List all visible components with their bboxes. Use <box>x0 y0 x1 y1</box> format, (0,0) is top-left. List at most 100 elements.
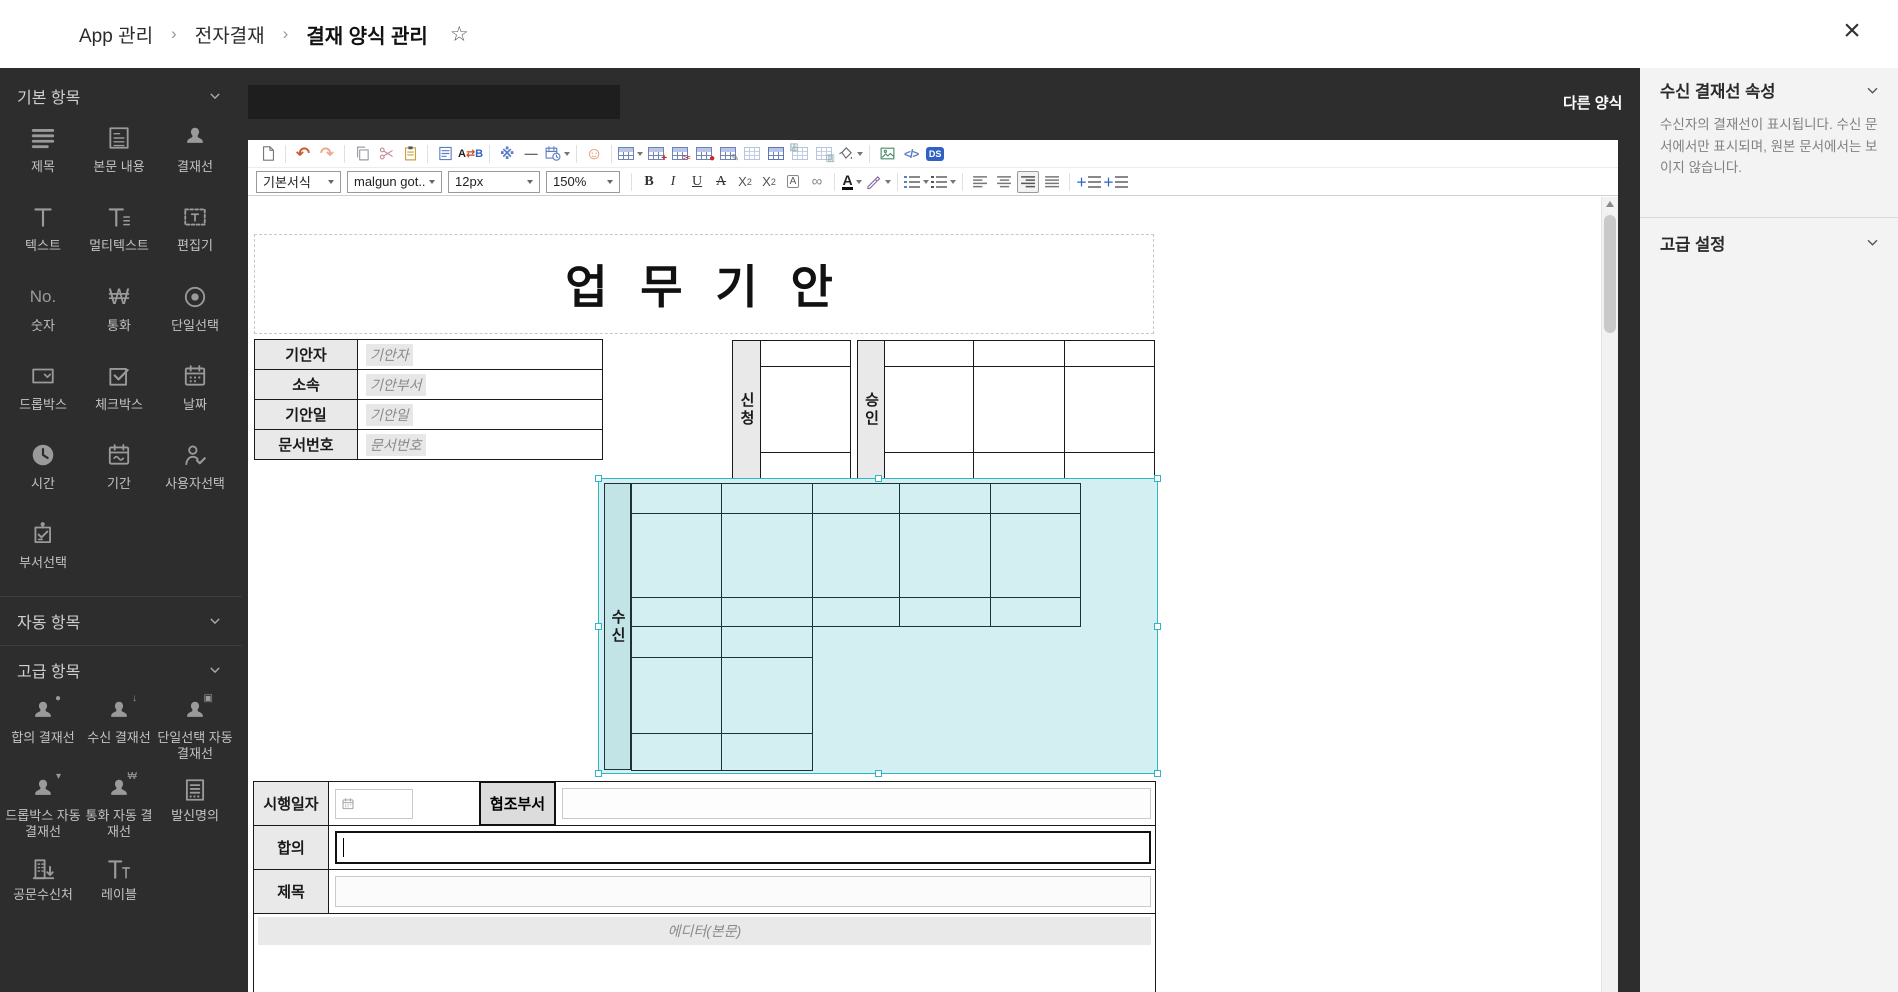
sidebar-item-dropbox-auto-line[interactable]: ▾ 드롭박스 자동결재선 <box>5 776 81 841</box>
receive-approval-table-selected[interactable]: 수신 <box>598 478 1158 774</box>
unordered-list-icon[interactable] <box>931 171 956 193</box>
table-cell[interactable] <box>632 484 722 514</box>
title-block[interactable]: 업 무 기 안 <box>254 234 1154 334</box>
info-label[interactable]: 기안일 <box>255 400 358 430</box>
table-cell[interactable] <box>1065 341 1154 367</box>
remove-format-icon[interactable]: A <box>782 171 804 193</box>
sidebar-item-number[interactable]: No. 숫자 <box>5 283 81 334</box>
table-edit-icon[interactable]: ✎ <box>717 143 739 165</box>
favorite-star-icon[interactable]: ☆ <box>450 22 469 47</box>
document-title[interactable]: 업 무 기 안 <box>565 251 843 317</box>
sidebar-item-official-receiver[interactable]: 공문수신처 <box>5 855 81 903</box>
sidebar-item-multitext[interactable]: 멀티텍스트 <box>81 203 157 254</box>
undo-icon[interactable]: ↶ <box>292 143 314 165</box>
body-editor-placeholder[interactable]: 에디터(본문) <box>258 917 1151 945</box>
table-cell[interactable] <box>991 514 1081 598</box>
align-justify-icon[interactable] <box>1041 171 1063 193</box>
sidebar-item-dept-select[interactable]: 부서선택 <box>5 520 81 571</box>
approve-header-cell[interactable]: 승인 <box>858 341 885 479</box>
sidebar-item-time[interactable]: 시간 <box>5 441 81 492</box>
font-select[interactable]: malgun got.. <box>347 171 442 193</box>
panel-section-advanced-settings[interactable]: 고급 설정 <box>1640 218 1898 268</box>
table-cell[interactable] <box>991 484 1081 514</box>
other-form-button[interactable]: 다른 양식 <box>1563 92 1622 113</box>
table-cell[interactable] <box>632 598 722 627</box>
apply-header-cell[interactable]: 신청 <box>733 341 761 479</box>
table-cell[interactable] <box>813 514 900 598</box>
table-cell[interactable] <box>761 453 850 479</box>
table-cell[interactable] <box>813 598 900 627</box>
subscript-icon[interactable]: X2 <box>758 171 780 193</box>
sidebar-item-sender-name[interactable]: 발신명의 <box>157 776 233 841</box>
form-label[interactable]: 제목 <box>254 870 329 913</box>
table-solid-icon[interactable] <box>765 143 787 165</box>
selection-handle[interactable] <box>1154 475 1161 482</box>
table-cell[interactable] <box>632 658 722 734</box>
table-cell[interactable] <box>974 367 1065 453</box>
table-cell[interactable] <box>974 453 1065 479</box>
sidebar-item-checkbox[interactable]: 체크박스 <box>81 362 157 413</box>
info-value[interactable]: 문서번호 <box>358 430 602 459</box>
table-insert-icon[interactable] <box>618 143 643 165</box>
receive-header-cell[interactable]: 수신 <box>604 483 631 770</box>
special-char-icon[interactable]: ※ <box>496 143 518 165</box>
form-name-input[interactable] <box>248 85 620 119</box>
info-value[interactable]: 기안부서 <box>358 370 602 400</box>
vertical-scrollbar[interactable] <box>1601 197 1618 992</box>
table-cell[interactable] <box>761 367 850 453</box>
outdent-icon[interactable]: ＋ <box>1103 171 1128 193</box>
section-auto-items[interactable]: 자동 항목 <box>0 597 242 645</box>
italic-icon[interactable]: I <box>662 171 684 193</box>
sidebar-item-text[interactable]: 텍스트 <box>5 203 81 254</box>
scrollbar-thumb[interactable] <box>1604 215 1616 333</box>
table-cell[interactable] <box>885 453 974 479</box>
sidebar-item-agree-approval-line[interactable]: ● 합의 결재선 <box>5 698 81 763</box>
sidebar-item-label[interactable]: 레이블 <box>81 855 157 903</box>
sidebar-item-single-select-auto-line[interactable]: ▣ 단일선택 자동결재선 <box>157 698 233 763</box>
form-label-coop-dept[interactable]: 협조부서 <box>479 781 556 826</box>
document-form-table[interactable]: 시행일자 협조부서 합의 제목 에디터(본문) <box>253 781 1156 992</box>
underline-icon[interactable]: U <box>686 171 708 193</box>
calendar-clock-icon[interactable] <box>544 143 570 165</box>
form-label[interactable]: 합의 <box>254 826 329 869</box>
scroll-up-icon[interactable] <box>1606 201 1614 207</box>
table-cell[interactable] <box>1065 453 1154 479</box>
row-delete-icon[interactable]: ✂ <box>669 143 691 165</box>
table-cell[interactable] <box>900 514 991 598</box>
table-cell[interactable] <box>991 598 1081 627</box>
title-input[interactable] <box>335 876 1151 907</box>
section-basic-items[interactable]: 기본 항목 <box>0 76 242 116</box>
cell-merge-icon[interactable]: ▥ <box>789 143 811 165</box>
info-value[interactable]: 기안일 <box>358 400 602 430</box>
superscript-icon[interactable]: X2 <box>734 171 756 193</box>
selection-handle[interactable] <box>875 770 882 777</box>
indent-icon[interactable]: ＋ <box>1076 171 1101 193</box>
info-label[interactable]: 소속 <box>255 370 358 400</box>
table-cell[interactable] <box>632 627 722 658</box>
apply-approval-table[interactable]: 신청 <box>732 340 851 480</box>
breadcrumb-app-admin[interactable]: App 관리 <box>79 21 153 48</box>
redo-icon[interactable]: ↷ <box>316 143 338 165</box>
sidebar-item-user-select[interactable]: 사용자선택 <box>157 441 233 492</box>
ds-component-icon[interactable]: DS <box>924 143 946 165</box>
selection-handle[interactable] <box>875 475 882 482</box>
highlight-color-icon[interactable] <box>865 171 891 193</box>
source-code-icon[interactable]: </> <box>900 143 922 165</box>
preview-icon[interactable] <box>434 143 456 165</box>
sidebar-item-single-select[interactable]: 단일선택 <box>157 283 233 334</box>
paste-icon[interactable] <box>399 143 421 165</box>
selection-handle[interactable] <box>595 623 602 630</box>
new-document-icon[interactable] <box>257 143 279 165</box>
table-cell[interactable] <box>885 367 974 453</box>
table-cell[interactable] <box>900 598 991 627</box>
close-icon[interactable]: × <box>1834 14 1870 50</box>
horizontal-rule-icon[interactable]: — <box>520 143 542 165</box>
ordered-list-icon[interactable] <box>904 171 929 193</box>
sidebar-item-receive-approval-line[interactable]: ↓ 수신 결재선 <box>81 698 157 763</box>
selection-handle[interactable] <box>1154 623 1161 630</box>
strikethrough-icon[interactable]: A <box>710 171 732 193</box>
find-replace-icon[interactable]: A⇄B <box>458 143 483 165</box>
zoom-select[interactable]: 150% <box>546 171 620 193</box>
sidebar-item-title[interactable]: 제목 <box>5 124 81 175</box>
table-cell[interactable] <box>900 484 991 514</box>
